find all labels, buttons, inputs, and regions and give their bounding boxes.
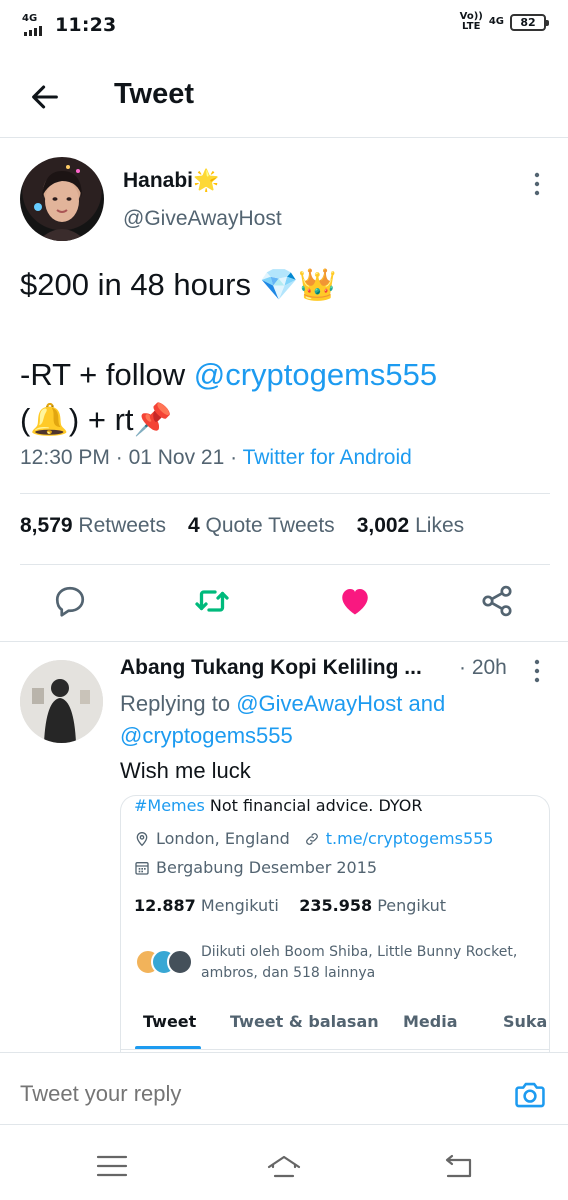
card-joined: Bergabung Desember 2015	[156, 858, 378, 877]
clock: 11:23	[55, 14, 117, 36]
tweet-line-3: (🔔) + rt📌	[20, 402, 173, 437]
retweets-count: 8,579	[20, 514, 73, 537]
tweet-time: 12:30 PM	[20, 446, 110, 469]
likes-label: Likes	[415, 514, 465, 537]
replying-and: and	[402, 691, 446, 716]
network-type-right: 4G	[488, 16, 504, 27]
tweet-line-2-prefix: -RT + follow	[20, 357, 194, 392]
signal-icon	[24, 26, 42, 36]
card-link[interactable]: t.me/cryptogems555	[326, 829, 494, 848]
card-bio: #Memes Not financial advice. DYOR	[134, 796, 423, 815]
network-type: 4G	[22, 13, 38, 24]
card-follow-stats: 12.887 Mengikuti 235.958 Pengikut	[134, 896, 446, 915]
replying-to-link-1[interactable]: @GiveAwayHost	[236, 691, 402, 716]
card-tab-media: Media	[403, 1012, 458, 1031]
calendar-icon	[135, 861, 149, 875]
volte-indicator: Vo)) LTE	[459, 11, 483, 32]
tweet-stats: 8,579 Retweets 4 Quote Tweets 3,002 Like…	[20, 514, 464, 538]
tweet-line-2: -RT + follow @cryptogems555	[20, 352, 550, 397]
tweet-line-1: $200 in 48 hours 💎👑	[20, 267, 337, 302]
replying-to: Replying to @GiveAwayHost and @cryptogems…	[120, 688, 540, 752]
hashtag-link[interactable]: #Memes	[134, 796, 205, 815]
divider	[20, 493, 550, 494]
reply-input[interactable]	[20, 1081, 450, 1107]
page-title: Tweet	[114, 78, 195, 110]
top-app-bar: Tweet	[0, 60, 568, 138]
more-vertical-icon[interactable]	[529, 170, 545, 198]
menu-icon[interactable]	[94, 1152, 130, 1180]
likes-count: 3,002	[356, 514, 410, 537]
card-joined-row: Bergabung Desember 2015	[134, 858, 377, 877]
reply-text: Wish me luck	[120, 758, 251, 783]
quotes-stat[interactable]: 4 Quote Tweets	[188, 514, 335, 538]
follower-avatar	[167, 949, 193, 975]
share-icon[interactable]	[479, 583, 515, 619]
status-bar: 4G 11:23 Vo)) LTE 4G 82	[0, 0, 568, 50]
arrow-left-icon[interactable]	[28, 80, 62, 114]
replying-to-link-2[interactable]: @cryptogems555	[120, 723, 293, 748]
author-name[interactable]: Hanabi🌟	[123, 169, 219, 193]
tweet-source-link[interactable]: Twitter for Android	[243, 446, 412, 469]
divider	[20, 564, 550, 565]
battery-level: 82	[520, 15, 536, 29]
like-heart-icon[interactable]	[337, 583, 373, 619]
tweet-date: 01 Nov 21	[128, 446, 225, 469]
replying-prefix: Replying to	[120, 691, 237, 716]
divider	[121, 1049, 549, 1050]
reply-author-avatar[interactable]	[20, 660, 103, 743]
back-icon[interactable]	[440, 1152, 476, 1180]
quotes-label: Quote Tweets	[205, 514, 335, 537]
card-location: London, England	[156, 829, 290, 848]
meta-separator: ·	[224, 446, 243, 469]
reply-author-name[interactable]: Abang Tukang Kopi Keliling ...	[120, 656, 422, 680]
retweets-label: Retweets	[78, 514, 166, 537]
card-tab-tweet: Tweet	[143, 1012, 197, 1031]
profile-card-image: #Memes Not financial advice. DYOR London…	[120, 795, 550, 1060]
link-icon	[305, 832, 318, 845]
divider	[0, 641, 568, 642]
author-avatar[interactable]	[20, 157, 104, 241]
reply-icon[interactable]	[52, 583, 88, 619]
retweet-icon[interactable]	[194, 583, 230, 619]
tweet-meta: 12:30 PM · 01 Nov 21 · Twitter for Andro…	[20, 446, 412, 470]
location-pin-icon	[136, 831, 148, 846]
reply-composer	[0, 1052, 568, 1125]
home-icon[interactable]	[266, 1152, 302, 1180]
quotes-count: 4	[187, 514, 200, 537]
card-followed-by: Diikuti oleh Boom Shiba, Little Bunny Ro…	[201, 944, 518, 981]
bio-text: Not financial advice. DYOR	[204, 796, 423, 815]
camera-icon[interactable]	[512, 1077, 548, 1111]
reply-time: · 20h	[459, 656, 507, 679]
likes-stat[interactable]: 3,002 Likes	[357, 514, 464, 538]
system-navigation-bar	[0, 1126, 568, 1200]
meta-separator: ·	[109, 446, 129, 469]
card-location-row: London, England t.me/cryptogems555	[134, 829, 493, 848]
mention-link[interactable]: @cryptogems555	[194, 357, 437, 392]
author-handle[interactable]: @GiveAwayHost	[123, 207, 282, 231]
battery-icon: 82	[510, 13, 549, 31]
following-label: Mengikuti	[200, 896, 279, 915]
more-vertical-icon[interactable]	[529, 658, 545, 684]
following-count: 12.887	[134, 896, 196, 915]
tweet-text: $200 in 48 hours 💎👑 -RT + follow @crypto…	[20, 262, 550, 442]
followers-label: Pengikut	[377, 896, 447, 915]
card-tab-tweet-replies: Tweet & balasan	[230, 1012, 379, 1031]
retweets-stat[interactable]: 8,579 Retweets	[20, 514, 166, 538]
card-tab-likes: Suka	[503, 1012, 548, 1031]
followers-count: 235.958	[299, 896, 373, 915]
